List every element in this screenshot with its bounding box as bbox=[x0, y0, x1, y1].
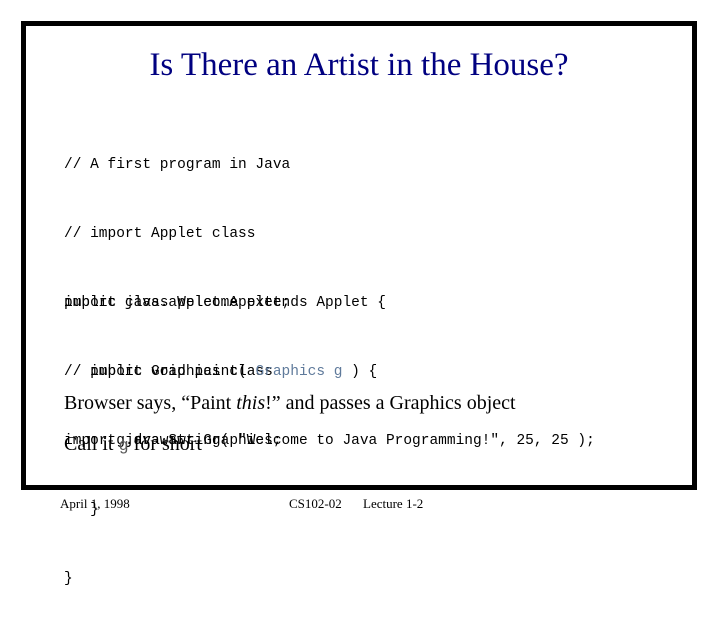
code-line-class-decl: public class Welcome extends Applet { bbox=[64, 295, 386, 311]
slide-content-frame: Is There an Artist in the House? // A fi… bbox=[21, 21, 697, 587]
prose-emphasis-this: this bbox=[236, 392, 266, 414]
prose-mono-token-g: g bbox=[118, 437, 129, 456]
prose-fragment: for short bbox=[128, 433, 202, 455]
prose-line-call-it-g: Call it g for short bbox=[64, 431, 202, 460]
code-fragment-pre: public void paint( bbox=[64, 364, 256, 380]
footer-course-code: CS102-02 bbox=[289, 496, 342, 511]
prose-fragment: Browser says, “Paint bbox=[64, 392, 237, 414]
prose-fragment: !” and passes a Graphics object bbox=[265, 392, 516, 414]
code-line: // A first program in Java bbox=[64, 157, 291, 173]
footer-lecture-number: Lecture 1-2 bbox=[363, 496, 424, 511]
prose-fragment: Call it bbox=[64, 433, 119, 455]
footer-date: April 1, 1998 bbox=[60, 496, 130, 511]
code-fragment-post: ) { bbox=[342, 364, 378, 380]
prose-line-browser-says: Browser says, “Paint this!” and passes a… bbox=[64, 390, 516, 416]
slide-footer: April 1, 1998 CS102-02 Lecture 1-2 bbox=[0, 494, 720, 518]
code-line-paint-signature: public void paint( Graphics g ) { bbox=[64, 361, 595, 384]
slide-canvas: Is There an Artist in the House? // A fi… bbox=[0, 0, 720, 587]
code-line-close-class: } bbox=[64, 571, 73, 587]
code-token-graphics-param: Graphics g bbox=[255, 364, 343, 380]
code-line: // import Applet class bbox=[64, 226, 256, 242]
slide-title: Is There an Artist in the House? bbox=[149, 47, 569, 83]
